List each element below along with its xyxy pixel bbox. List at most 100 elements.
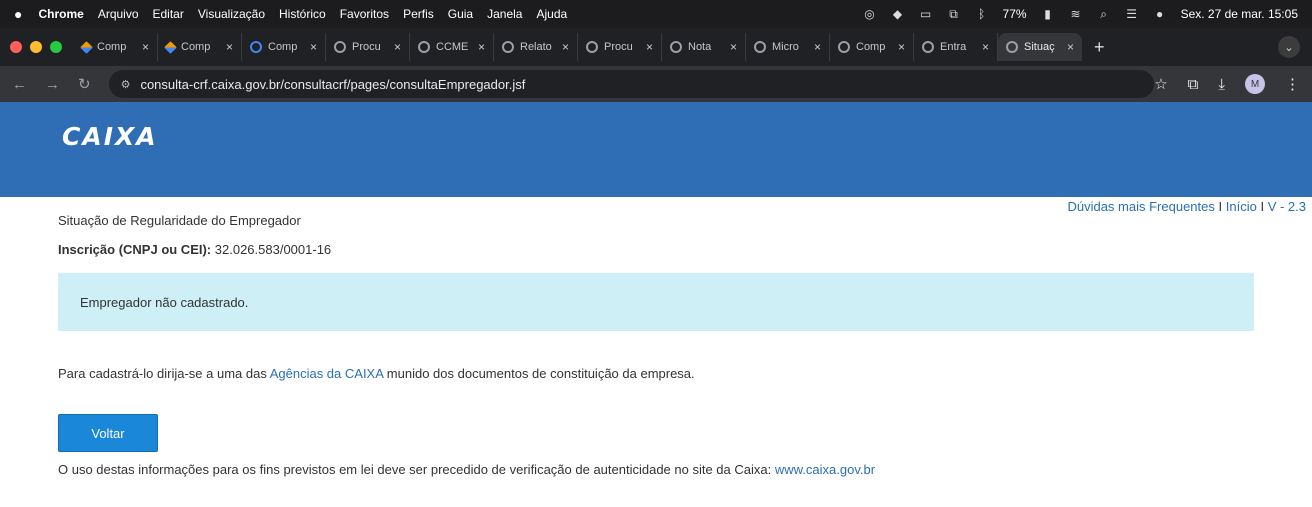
zoom-window-button[interactable] [50, 41, 62, 53]
siri-icon[interactable]: ● [1153, 8, 1167, 20]
close-tab-icon[interactable]: × [898, 40, 905, 54]
agencias-link[interactable]: Agências da CAIXA [270, 366, 383, 381]
browser-tab[interactable]: Nota × [662, 33, 746, 61]
status-shield-icon[interactable]: ◆ [891, 8, 905, 20]
battery-percent: 77% [1002, 7, 1027, 21]
close-tab-icon[interactable]: × [226, 40, 233, 54]
bookmark-star-icon[interactable]: ☆ [1154, 75, 1167, 93]
close-tab-icon[interactable]: × [1067, 40, 1074, 54]
footer-text: O uso destas informações para os fins pr… [58, 462, 775, 477]
close-tab-icon[interactable]: × [730, 40, 737, 54]
page-content: Dúvidas mais Frequentes I Início I V - 2… [0, 197, 1312, 477]
globe-icon [586, 41, 598, 53]
tab-list: Comp × Comp × Comp × Procu × CCME × Relato × Procu × N… [74, 33, 1082, 61]
os-menu-bar: ● Chrome Arquivo Editar Visualização His… [0, 0, 1312, 28]
menu-app-name[interactable]: Chrome [38, 7, 83, 21]
link-separator: I [1260, 199, 1265, 214]
browser-tab[interactable]: Relato × [494, 33, 578, 61]
profile-avatar[interactable]: M [1245, 74, 1265, 94]
diamond-favicon-icon [164, 40, 177, 54]
instructions-text-after: munido dos documentos de constituição da… [383, 366, 695, 381]
status-window-icon[interactable]: ⧉ [947, 8, 961, 20]
wifi-icon[interactable]: ≋ [1069, 8, 1083, 20]
url-text[interactable]: consulta-crf.caixa.gov.br/consultacrf/pa… [140, 77, 525, 92]
menu-item-historico[interactable]: Histórico [279, 7, 326, 21]
tab-title: Comp [97, 41, 127, 53]
download-icon[interactable]: ⤓ [1218, 76, 1225, 93]
top-links: Dúvidas mais Frequentes I Início I V - 2… [1067, 199, 1306, 214]
bluetooth-icon[interactable]: ᛒ [975, 8, 989, 20]
close-tab-icon[interactable]: × [982, 40, 989, 54]
battery-icon[interactable]: ▮ [1041, 8, 1055, 20]
browser-tab[interactable]: CCME × [410, 33, 494, 61]
globe-icon [334, 41, 346, 53]
control-center-icon[interactable]: ☰ [1125, 8, 1139, 20]
browser-tab[interactable]: Procu × [578, 33, 662, 61]
globe-icon [670, 41, 682, 53]
status-area: ◎ ◆ ▭ ⧉ ᛒ 77% ▮ ≋ ⌕ ☰ ● Sex. 27 de mar. … [863, 7, 1298, 21]
close-window-button[interactable] [10, 41, 22, 53]
chrome-menu-icon[interactable]: ⋮ [1285, 75, 1300, 93]
apple-menu-icon[interactable]: ● [14, 6, 22, 22]
minimize-window-button[interactable] [30, 41, 42, 53]
browser-tab[interactable]: Comp × [242, 33, 326, 61]
menu-item-visualizacao[interactable]: Visualização [198, 7, 265, 21]
caixa-header-banner: CAIXA [0, 102, 1312, 197]
menu-clock: Sex. 27 de mar. 15:05 [1180, 7, 1298, 21]
browser-tab[interactable]: Comp × [830, 33, 914, 61]
instructions-paragraph: Para cadastrá-lo dirija-se a uma das Agê… [58, 366, 1254, 381]
version-label: V - 2.3 [1267, 199, 1306, 214]
menu-item-janela[interactable]: Janela [487, 7, 522, 21]
close-tab-icon[interactable]: × [814, 40, 821, 54]
menu-item-perfis[interactable]: Perfis [403, 7, 434, 21]
faq-link[interactable]: Dúvidas mais Frequentes [1067, 199, 1214, 214]
address-bar[interactable]: ⚙ consulta-crf.caixa.gov.br/consultacrf/… [108, 70, 1155, 98]
browser-tab[interactable]: Procu × [326, 33, 410, 61]
alert-message: Empregador não cadastrado. [80, 294, 249, 310]
close-tab-icon[interactable]: × [646, 40, 653, 54]
close-tab-icon[interactable]: × [394, 40, 401, 54]
menu-item-arquivo[interactable]: Arquivo [98, 7, 139, 21]
status-app-icon[interactable]: ◎ [863, 8, 877, 20]
tab-title: Relato [520, 41, 552, 53]
caixa-site-link[interactable]: www.caixa.gov.br [775, 462, 875, 477]
back-arrow-icon[interactable]: ← [12, 76, 27, 93]
extensions-icon[interactable]: ⧉ [1188, 76, 1199, 93]
globe-icon [922, 41, 934, 53]
site-settings-icon[interactable]: ⚙ [121, 78, 131, 91]
close-tab-icon[interactable]: × [310, 40, 317, 54]
menu-item-ajuda[interactable]: Ajuda [536, 7, 567, 21]
browser-tab[interactable]: Comp × [158, 33, 242, 61]
voltar-button[interactable]: Voltar [58, 414, 158, 452]
inscricao-row: Inscrição (CNPJ ou CEI): 32.026.583/0001… [58, 242, 1254, 257]
caixa-logo[interactable]: CAIXA [62, 122, 158, 151]
close-tab-icon[interactable]: × [142, 40, 149, 54]
browser-tab[interactable]: Entra × [914, 33, 998, 61]
browser-tab[interactable]: Situaç × [998, 33, 1082, 61]
spotlight-search-icon[interactable]: ⌕ [1097, 8, 1111, 20]
tab-title: Comp [856, 41, 886, 53]
close-tab-icon[interactable]: × [478, 40, 485, 54]
tab-title: CCME [436, 41, 469, 53]
reload-icon[interactable]: ↻ [78, 75, 91, 93]
menu-item-editar[interactable]: Editar [153, 7, 184, 21]
globe-icon [418, 41, 430, 53]
link-separator: I [1218, 199, 1223, 214]
browser-tab[interactable]: Micro × [746, 33, 830, 61]
diamond-favicon-icon [80, 40, 93, 54]
browser-tab[interactable]: Comp × [74, 33, 158, 61]
inicio-link[interactable]: Início [1226, 199, 1257, 214]
menu-item-favoritos[interactable]: Favoritos [340, 7, 389, 21]
tab-strip: Comp × Comp × Comp × Procu × CCME × Relato × Procu × N… [0, 28, 1312, 66]
globe-icon [754, 41, 766, 53]
tab-search-chevron-icon[interactable]: ⌄ [1278, 36, 1300, 58]
new-tab-button[interactable]: + [1094, 37, 1105, 58]
instructions-text-before: Para cadastrá-lo dirija-se a uma das [58, 366, 270, 381]
tab-title: Nota [688, 41, 712, 53]
close-tab-icon[interactable]: × [562, 40, 569, 54]
prime-favicon-icon [250, 41, 262, 53]
globe-icon [838, 41, 850, 53]
menu-item-guia[interactable]: Guia [448, 7, 473, 21]
status-display-icon[interactable]: ▭ [919, 8, 933, 20]
forward-arrow-icon[interactable]: → [45, 76, 60, 93]
